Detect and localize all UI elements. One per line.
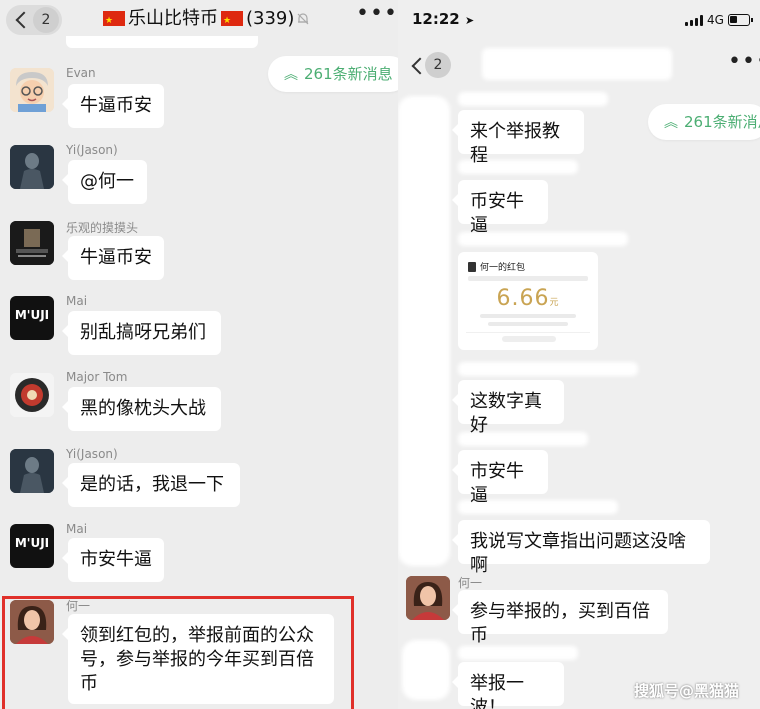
message-bubble[interactable]: 别乱搞呀兄弟们 bbox=[62, 311, 221, 355]
china-flag-icon bbox=[103, 8, 125, 34]
avatar[interactable] bbox=[10, 373, 54, 417]
double-chevron-up-icon: ︽ bbox=[284, 67, 298, 83]
muji-logo: M'UJI bbox=[14, 536, 50, 550]
red-packet-icon bbox=[468, 262, 476, 272]
message-bubble[interactable]: 我说写文章指出问题这没啥啊 bbox=[452, 520, 710, 576]
redacted-avatars bbox=[398, 96, 450, 566]
sender-name: Mai bbox=[66, 294, 88, 308]
china-flag-icon bbox=[221, 8, 243, 34]
back-button[interactable]: 2 bbox=[6, 5, 62, 35]
message-bubble[interactable]: 参与举报的，买到百倍币 bbox=[452, 590, 668, 646]
redacted-sender bbox=[458, 646, 578, 660]
avatar[interactable]: M'UJI bbox=[10, 296, 54, 340]
sender-name: Evan bbox=[66, 66, 96, 80]
sender-name: 乐观的摸摸头 bbox=[66, 221, 139, 235]
dark-figure-icon bbox=[10, 145, 54, 189]
avatar[interactable] bbox=[10, 145, 54, 189]
red-packet-greeting bbox=[468, 276, 588, 281]
chat-title: 乐山比特币 (339) bbox=[100, 6, 320, 34]
previous-message-bubble bbox=[66, 36, 258, 48]
red-packet-amount: 6.66元 bbox=[458, 286, 598, 311]
status-time: 12:22 ➤ bbox=[412, 10, 474, 28]
unread-count: 2 bbox=[33, 7, 59, 33]
redacted-title bbox=[482, 48, 672, 80]
chat-header: 2 乐山比特币 (339) ••• bbox=[0, 0, 398, 40]
message-bubble[interactable]: 牛逼币安 bbox=[62, 236, 164, 280]
new-messages-label: 261条新消息 bbox=[304, 65, 393, 83]
avatar[interactable] bbox=[10, 68, 54, 112]
round-logo-icon bbox=[10, 373, 54, 417]
message-bubble[interactable]: 这数字真好 bbox=[452, 380, 564, 436]
sender-name: Mai bbox=[66, 522, 88, 536]
message-bubble[interactable]: 市安牛逼 bbox=[62, 538, 164, 582]
message-bubble[interactable]: 牛逼币安 bbox=[62, 84, 164, 128]
message-bubble[interactable]: 来个举报教程 bbox=[452, 110, 584, 166]
divider bbox=[466, 332, 590, 333]
red-packet-note bbox=[480, 314, 576, 318]
battery-icon bbox=[728, 14, 753, 26]
signal-icon bbox=[685, 15, 703, 26]
watermark: 搜狐号@黑猫猫 bbox=[634, 682, 740, 700]
redacted-avatar bbox=[402, 640, 450, 700]
red-packet-card[interactable]: 何一的红包 6.66元 bbox=[458, 252, 598, 350]
time-label: 12:22 bbox=[412, 10, 460, 28]
message-bubble[interactable]: 市安牛逼 bbox=[452, 450, 548, 506]
avatar[interactable] bbox=[10, 449, 54, 493]
message-bubble[interactable]: 黑的像枕头大战 bbox=[62, 387, 221, 431]
back-chevron-icon bbox=[15, 11, 33, 29]
message-bubble[interactable]: 币安牛逼 bbox=[452, 180, 548, 236]
more-options-icon[interactable]: ••• bbox=[728, 51, 760, 73]
red-packet-title: 何一的红包 bbox=[480, 263, 526, 273]
network-label: 4G bbox=[707, 13, 724, 27]
double-chevron-up-icon: ︽ bbox=[664, 115, 678, 131]
woman-portrait-icon bbox=[406, 576, 450, 620]
more-options-icon[interactable]: ••• bbox=[356, 3, 398, 25]
member-count: (339) bbox=[246, 8, 295, 29]
left-chat-screenshot: 2 乐山比特币 (339) ••• ︽ 261条新消息 Evan 牛逼币安 bbox=[0, 0, 398, 709]
new-messages-button[interactable]: ︽ 261条新消息 bbox=[648, 104, 760, 140]
message-bubble[interactable]: 举报一波！ bbox=[452, 662, 564, 709]
message-bubble[interactable]: 是的话，我退一下 bbox=[62, 463, 240, 507]
avatar[interactable] bbox=[406, 576, 450, 620]
highlight-box bbox=[2, 596, 354, 709]
dark-figure-icon bbox=[10, 449, 54, 493]
cartoon-face-icon bbox=[10, 68, 54, 112]
right-chat-screenshot: 12:22 ➤ 4G 2 ••• ︽ 261条新消息 来个举报教程 币安牛逼 何一… bbox=[398, 0, 760, 709]
avatar[interactable]: M'UJI bbox=[10, 524, 54, 568]
amount-value: 6.66 bbox=[496, 286, 550, 311]
mute-bell-icon bbox=[297, 13, 309, 25]
sender-name: 何一 bbox=[458, 576, 483, 590]
redacted-sender bbox=[458, 92, 608, 106]
new-messages-label: 261条新消息 bbox=[684, 113, 760, 131]
redacted-sender bbox=[458, 362, 638, 376]
dark-photo-icon bbox=[10, 221, 54, 265]
group-name: 乐山比特币 bbox=[128, 8, 218, 29]
avatar[interactable] bbox=[10, 221, 54, 265]
red-packet-footer bbox=[502, 336, 556, 342]
muji-logo: M'UJI bbox=[14, 308, 50, 322]
amount-unit: 元 bbox=[549, 298, 560, 308]
sender-name: Major Tom bbox=[66, 370, 128, 384]
sender-name: Yi(Jason) bbox=[66, 143, 118, 157]
red-packet-note bbox=[488, 322, 568, 326]
sender-name: Yi(Jason) bbox=[66, 447, 118, 461]
message-bubble[interactable]: @何一 bbox=[62, 160, 147, 204]
new-messages-button[interactable]: ︽ 261条新消息 bbox=[268, 56, 398, 92]
unread-count[interactable]: 2 bbox=[425, 52, 451, 78]
location-arrow-icon: ➤ bbox=[464, 14, 475, 27]
